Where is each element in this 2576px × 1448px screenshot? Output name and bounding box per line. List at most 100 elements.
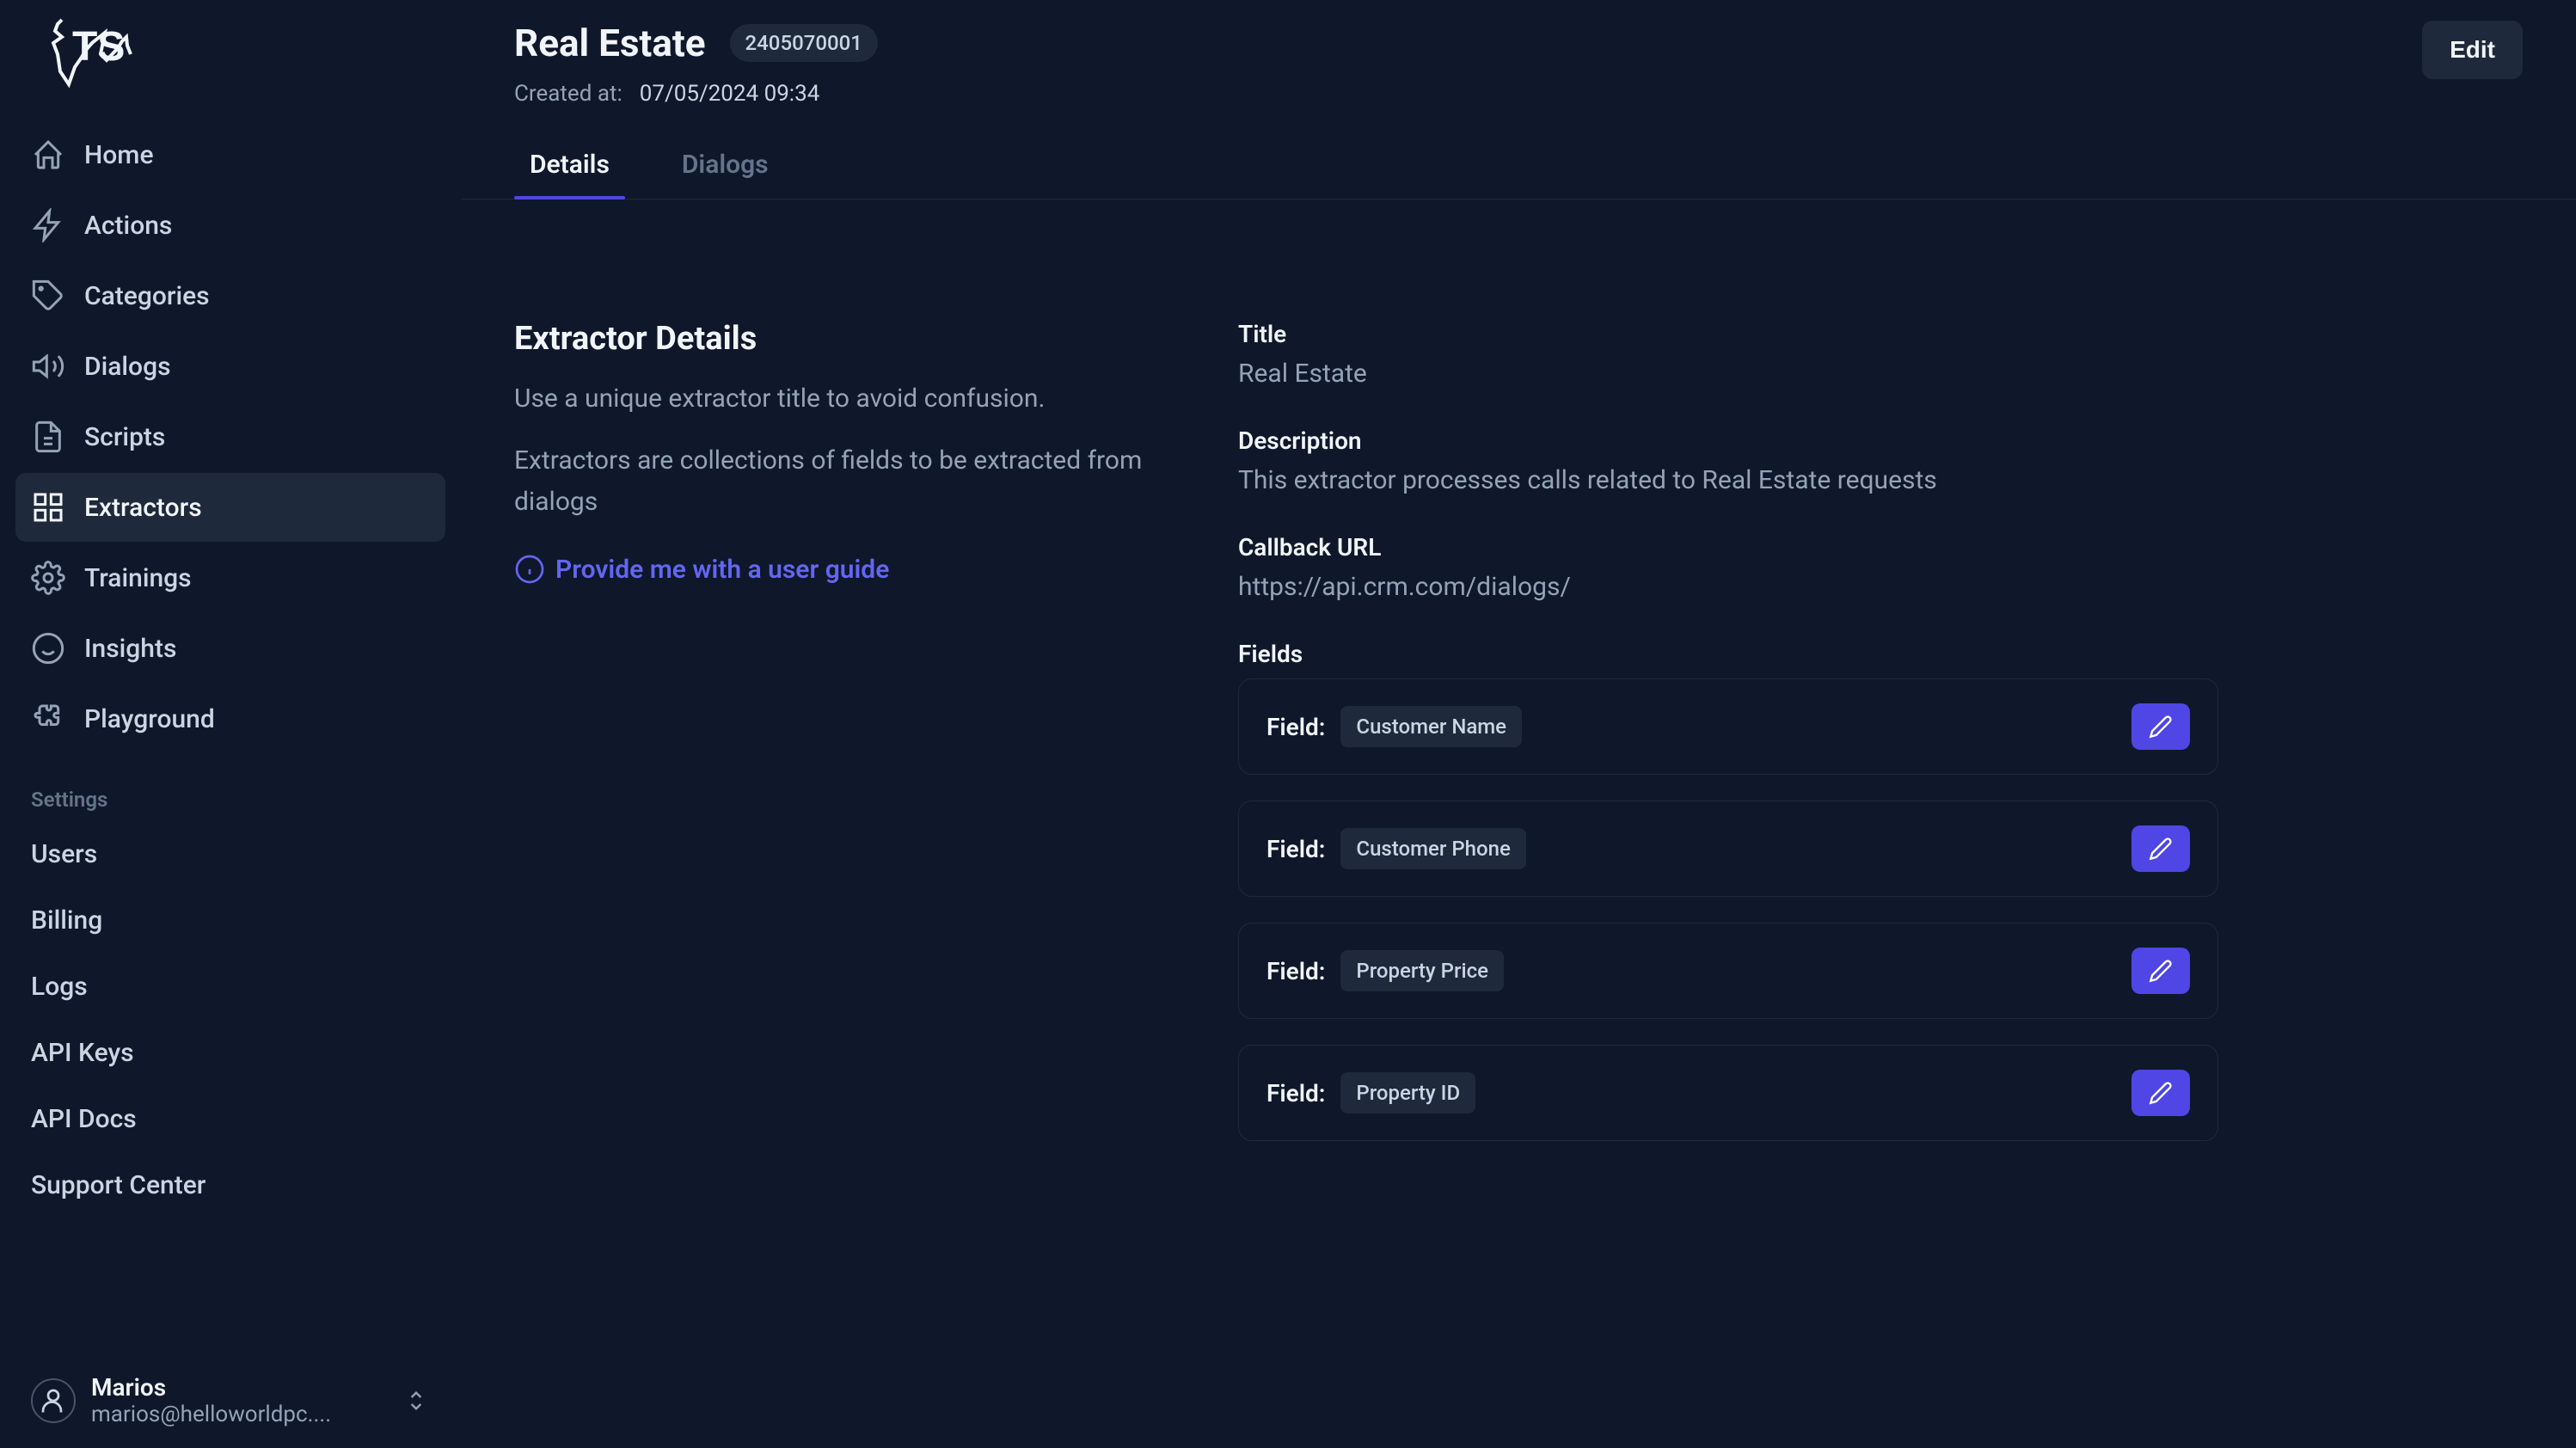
user-email: marios@helloworldpc.... — [91, 1402, 366, 1427]
created-row: Created at: 07/05/2024 09:34 — [514, 81, 878, 107]
sidebar-item-label: Logs — [31, 972, 88, 1002]
svg-text:TS: TS — [72, 24, 125, 70]
sidebar-item-logs[interactable]: Logs — [15, 954, 445, 1019]
pencil-icon — [2149, 959, 2173, 983]
sidebar-item-home[interactable]: Home — [15, 120, 445, 189]
grid-icon — [31, 490, 65, 525]
sidebar-item-trainings[interactable]: Trainings — [15, 543, 445, 612]
sidebar-item-users[interactable]: Users — [15, 822, 445, 887]
tag-icon — [31, 279, 65, 313]
field-tag: Customer Phone — [1340, 828, 1525, 869]
topbar: Real Estate 2405070001 Created at: 07/05… — [461, 0, 2576, 124]
edit-field-button[interactable] — [2131, 1070, 2190, 1116]
sidebar-item-label: Scripts — [84, 422, 165, 452]
user-guide-label: Provide me with a user guide — [555, 555, 889, 585]
details-values-panel: Title Real Estate Description This extra… — [1238, 320, 2218, 1395]
sidebar-item-label: Home — [84, 140, 154, 170]
sidebar-item-label: Playground — [84, 704, 215, 734]
tab-details[interactable]: Details — [514, 138, 625, 199]
field-row: Field: Customer Phone — [1238, 801, 2218, 897]
edit-field-button[interactable] — [2131, 703, 2190, 750]
section-description-1: Use a unique extractor title to avoid co… — [514, 378, 1185, 420]
puzzle-icon — [31, 702, 65, 736]
tabs: Details Dialogs — [461, 124, 2576, 199]
user-profile[interactable]: Marios marios@helloworldpc.... — [15, 1349, 445, 1448]
description-label: Description — [1238, 426, 2218, 455]
field-key-label: Field: — [1267, 835, 1325, 863]
topbar-left: Real Estate 2405070001 Created at: 07/05… — [514, 21, 878, 107]
edit-field-button[interactable] — [2131, 948, 2190, 994]
id-badge: 2405070001 — [730, 24, 878, 62]
document-icon — [31, 420, 65, 454]
sidebar-item-categories[interactable]: Categories — [15, 261, 445, 330]
insights-icon — [31, 631, 65, 666]
sidebar-item-support-center[interactable]: Support Center — [15, 1153, 445, 1218]
field-row: Field: Property ID — [1238, 1045, 2218, 1141]
callback-value: https://api.crm.com/dialogs/ — [1238, 572, 2218, 602]
sidebar-item-extractors[interactable]: Extractors — [15, 473, 445, 542]
sidebar-item-scripts[interactable]: Scripts — [15, 402, 445, 471]
sidebar-item-label: Users — [31, 839, 97, 869]
sidebar-item-label: API Keys — [31, 1038, 134, 1068]
edit-field-button[interactable] — [2131, 825, 2190, 872]
title-value: Real Estate — [1238, 359, 2218, 389]
sidebar-item-label: Dialogs — [84, 352, 171, 382]
sidebar-item-label: Trainings — [84, 563, 192, 593]
sidebar-item-label: Actions — [84, 211, 172, 241]
content: Extractor Details Use a unique extractor… — [461, 199, 2576, 1448]
title-field-group: Title Real Estate — [1238, 320, 2218, 389]
home-icon — [31, 138, 65, 172]
sidebar-item-dialogs[interactable]: Dialogs — [15, 332, 445, 401]
sidebar-item-insights[interactable]: Insights — [15, 614, 445, 683]
main-nav: Home Actions Categories Dialogs — [15, 120, 445, 753]
gear-icon — [31, 561, 65, 595]
section-heading: Extractor Details — [514, 320, 1185, 358]
fields-label: Fields — [1238, 640, 2218, 668]
sidebar-item-api-docs[interactable]: API Docs — [15, 1087, 445, 1151]
sidebar-item-api-keys[interactable]: API Keys — [15, 1021, 445, 1085]
title-label: Title — [1238, 320, 2218, 348]
sidebar-item-playground[interactable]: Playground — [15, 684, 445, 753]
title-row: Real Estate 2405070001 — [514, 21, 878, 65]
fields-list: Field: Customer Name Field: Customer Pho… — [1238, 678, 2218, 1141]
field-tag: Property Price — [1340, 950, 1504, 991]
page-title: Real Estate — [514, 21, 706, 65]
bolt-icon — [31, 208, 65, 242]
sidebar-item-label: Insights — [84, 634, 176, 664]
user-info: Marios marios@helloworldpc.... — [91, 1373, 387, 1427]
field-row: Field: Property Price — [1238, 923, 2218, 1019]
info-icon — [514, 554, 545, 585]
sidebar-item-label: Billing — [31, 905, 102, 936]
created-at-value: 07/05/2024 09:34 — [640, 81, 820, 107]
pencil-icon — [2149, 1081, 2173, 1105]
field-key-label: Field: — [1267, 957, 1325, 985]
sidebar-item-label: API Docs — [31, 1104, 137, 1134]
user-guide-link[interactable]: Provide me with a user guide — [514, 554, 1185, 585]
field-tag: Property ID — [1340, 1072, 1475, 1114]
app-logo: TS — [15, 0, 445, 120]
pencil-icon — [2149, 837, 2173, 861]
callback-label: Callback URL — [1238, 533, 2218, 561]
user-name: Marios — [91, 1373, 387, 1402]
main-content: Real Estate 2405070001 Created at: 07/05… — [461, 0, 2576, 1448]
field-key-label: Field: — [1267, 1079, 1325, 1107]
sidebar-item-actions[interactable]: Actions — [15, 191, 445, 260]
avatar — [31, 1378, 76, 1423]
section-description-2: Extractors are collections of fields to … — [514, 440, 1185, 523]
description-field-group: Description This extractor processes cal… — [1238, 426, 2218, 495]
edit-button[interactable]: Edit — [2422, 21, 2523, 79]
fields-section: Fields Field: Customer Name Field: Custo… — [1238, 640, 2218, 1141]
description-value: This extractor processes calls related t… — [1238, 465, 2218, 495]
sidebar-item-label: Support Center — [31, 1170, 205, 1200]
chevron-up-down-icon[interactable] — [402, 1387, 430, 1414]
created-at-label: Created at: — [514, 81, 623, 107]
settings-heading: Settings — [15, 788, 445, 822]
sidebar-item-billing[interactable]: Billing — [15, 888, 445, 953]
field-tag: Customer Name — [1340, 706, 1522, 747]
speaker-icon — [31, 349, 65, 383]
field-row: Field: Customer Name — [1238, 678, 2218, 775]
sidebar-item-label: Extractors — [84, 493, 202, 523]
settings-nav: Users Billing Logs API Keys API Docs Sup… — [15, 822, 445, 1218]
field-key-label: Field: — [1267, 713, 1325, 741]
tab-dialogs[interactable]: Dialogs — [666, 138, 784, 199]
